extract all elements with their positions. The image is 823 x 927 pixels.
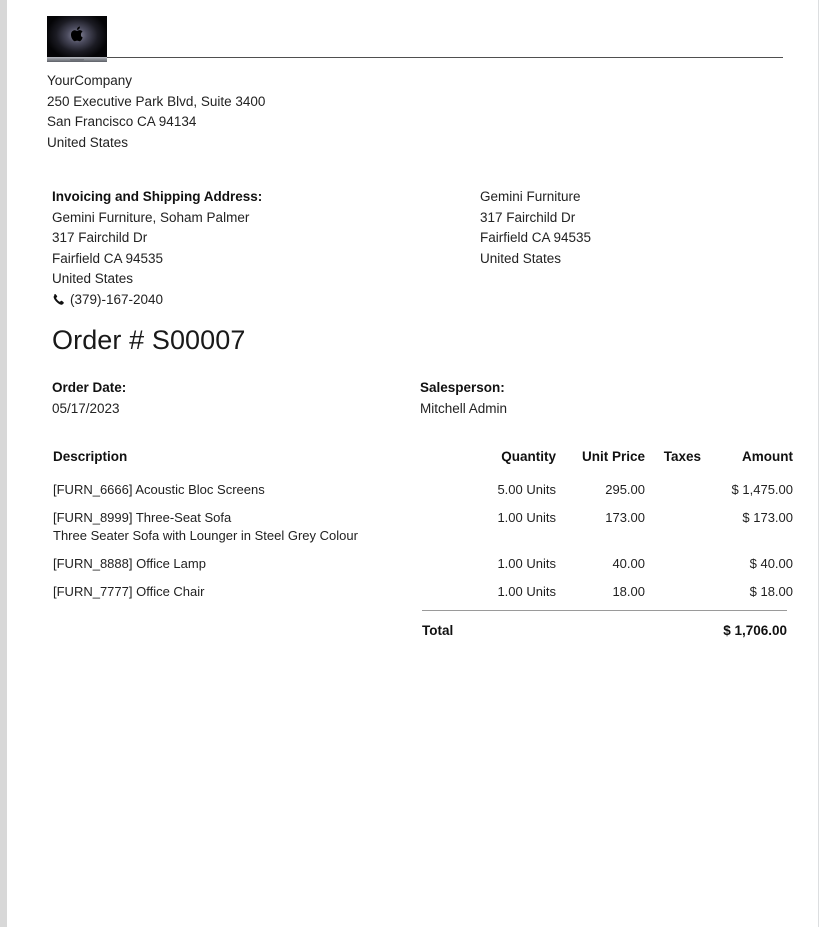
laptop-notch — [70, 59, 84, 61]
order-date-group: Order Date: 05/17/2023 — [52, 378, 126, 419]
order-meta-section: Order Date: 05/17/2023 Salesperson: Mitc… — [47, 378, 783, 424]
company-name: YourCompany — [47, 73, 133, 88]
document-page: YourCompany 250 Executive Park Blvd, Sui… — [7, 0, 818, 927]
apple-icon — [70, 26, 83, 42]
invoicing-address-line-2: 317 Fairchild Dr — [52, 230, 148, 245]
line-description-note: Three Seater Sofa with Lounger in Steel … — [53, 528, 358, 543]
invoicing-address-line-1: Gemini Furniture, Soham Palmer — [52, 209, 250, 225]
invoicing-shipping-address: Invoicing and Shipping Address: Gemini F… — [52, 187, 452, 310]
header-description: Description — [53, 449, 128, 464]
table-row: [FURN_8999] Three-Seat Sofa Three Seater … — [47, 506, 793, 552]
cell-quantity: 1.00 Units — [497, 584, 556, 599]
viewer-left-gutter — [0, 0, 7, 927]
cell-unit-price: 40.00 — [612, 556, 645, 571]
cell-unit-price: 173.00 — [605, 510, 645, 525]
order-lines-table: Description Quantity Unit Price Taxes Am… — [47, 449, 793, 608]
invoicing-address-line-4: United States — [52, 271, 134, 286]
viewer-right-edge-rule — [818, 0, 819, 927]
invoicing-address-title: Invoicing and Shipping Address: — [52, 189, 263, 204]
table-header-row: Description Quantity Unit Price Taxes Am… — [47, 449, 793, 478]
addresses-section: Invoicing and Shipping Address: Gemini F… — [47, 187, 783, 313]
order-date-value: 05/17/2023 — [52, 400, 120, 416]
order-date-label: Order Date: — [52, 380, 127, 395]
cell-taxes — [645, 506, 701, 552]
cell-description: [FURN_8888] Office Lamp — [47, 552, 418, 580]
shipping-address: Gemini Furniture 317 Fairchild Dr Fairfi… — [480, 187, 780, 269]
cell-amount: $ 18.00 — [749, 584, 793, 599]
cell-taxes — [645, 552, 701, 580]
cell-taxes — [645, 478, 701, 506]
header-unit-price: Unit Price — [581, 449, 645, 464]
phone-icon — [53, 294, 64, 306]
total-label: Total — [422, 623, 454, 638]
cell-quantity: 1.00 Units — [497, 510, 556, 525]
company-city-state-zip: San Francisco CA 94134 — [47, 114, 197, 129]
invoicing-address-line-3: Fairfield CA 94535 — [52, 250, 164, 266]
cell-description: [FURN_7777] Office Chair — [47, 580, 418, 608]
shipping-address-line-3: Fairfield CA 94535 — [480, 230, 592, 245]
line-description: [FURN_8999] Three-Seat Sofa — [53, 510, 232, 525]
cell-amount: $ 40.00 — [749, 556, 793, 571]
shipping-address-line-1: Gemini Furniture — [480, 189, 581, 204]
shipping-address-line-2: 317 Fairchild Dr — [480, 209, 576, 225]
header-amount: Amount — [742, 449, 793, 464]
cell-amount: $ 173.00 — [742, 510, 793, 525]
order-title: Order # S00007 — [52, 325, 246, 355]
line-description: [FURN_8888] Office Lamp — [53, 556, 206, 571]
company-address-block: YourCompany 250 Executive Park Blvd, Sui… — [47, 71, 783, 153]
line-description: [FURN_6666] Acoustic Bloc Screens — [53, 482, 265, 497]
header-divider — [107, 57, 783, 58]
document-body: YourCompany 250 Executive Park Blvd, Sui… — [47, 14, 793, 638]
table-row: [FURN_7777] Office Chair 1.00 Units 18.00 $… — [47, 580, 793, 608]
phone-number: (379)-167-2040 — [70, 291, 164, 307]
salesperson-value: Mitchell Admin — [420, 400, 508, 416]
header-quantity: Quantity — [501, 449, 556, 464]
shipping-address-line-4: United States — [480, 250, 562, 266]
cell-taxes — [645, 580, 701, 608]
cell-unit-price: 18.00 — [612, 584, 645, 599]
table-row: [FURN_6666] Acoustic Bloc Screens 5.00 Un… — [47, 478, 793, 506]
header-taxes: Taxes — [663, 449, 701, 464]
cell-quantity: 5.00 Units — [497, 482, 556, 497]
cell-quantity: 1.00 Units — [497, 556, 556, 571]
order-lines-head: Description Quantity Unit Price Taxes Am… — [47, 449, 793, 478]
totals-section: Total $ 1,706.00 — [422, 610, 787, 638]
total-row: Total $ 1,706.00 — [422, 611, 787, 638]
document-header — [47, 14, 783, 62]
invoicing-address-phone: (379)-167-2040 — [52, 290, 452, 311]
table-row: [FURN_8888] Office Lamp 1.00 Units 40.00 $ … — [47, 552, 793, 580]
line-description: [FURN_7777] Office Chair — [53, 584, 205, 599]
cell-unit-price: 295.00 — [605, 482, 645, 497]
order-lines-body: [FURN_6666] Acoustic Bloc Screens 5.00 Un… — [47, 478, 793, 608]
total-value: $ 1,706.00 — [723, 623, 787, 638]
company-country: United States — [47, 134, 129, 150]
company-logo — [47, 16, 107, 62]
company-street: 250 Executive Park Blvd, Suite 3400 — [47, 93, 266, 109]
salesperson-group: Salesperson: Mitchell Admin — [420, 378, 507, 419]
cell-description: [FURN_8999] Three-Seat Sofa Three Seater … — [47, 506, 418, 552]
cell-description: [FURN_6666] Acoustic Bloc Screens — [47, 478, 418, 506]
salesperson-label: Salesperson: — [420, 380, 505, 395]
cell-amount: $ 1,475.00 — [731, 482, 793, 497]
